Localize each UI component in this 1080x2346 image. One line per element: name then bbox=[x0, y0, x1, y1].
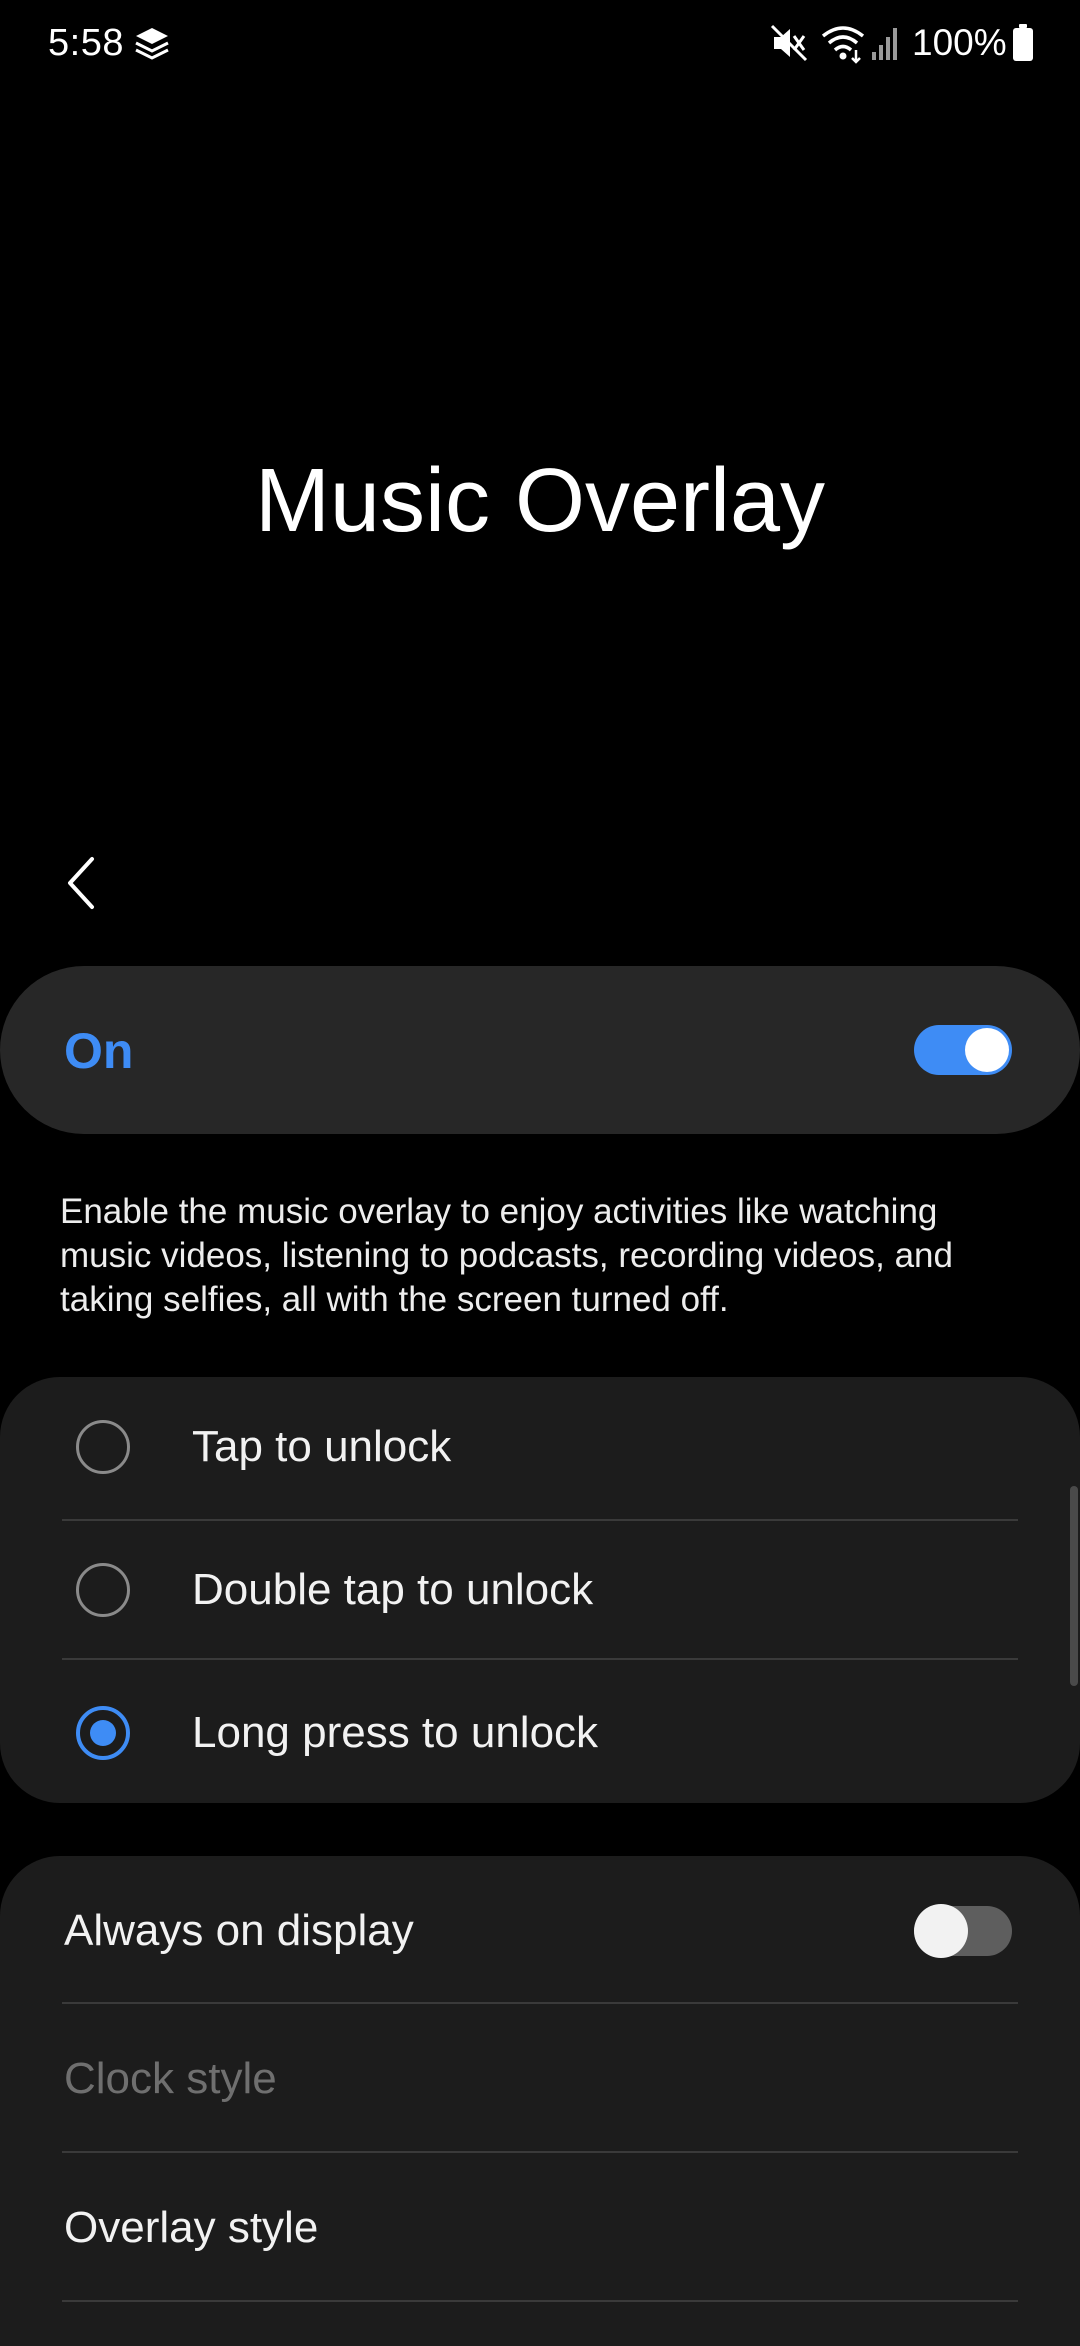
radio-button[interactable] bbox=[76, 1420, 130, 1474]
always-on-display-label: Always on display bbox=[64, 1906, 414, 1955]
overlay-style-label: Overlay style bbox=[64, 2203, 319, 2252]
master-switch-label: On bbox=[64, 1023, 134, 1079]
master-switch-row[interactable]: On bbox=[0, 966, 1080, 1134]
unlock-option-label: Tap to unlock bbox=[192, 1422, 452, 1471]
status-bar: 5:58 100% bbox=[0, 0, 1080, 90]
radio-button-selected[interactable] bbox=[76, 1706, 130, 1760]
description-text: Enable the music overlay to enjoy activi… bbox=[60, 1192, 953, 1319]
unlock-options-card: Tap to unlock Double tap to unlock Long … bbox=[0, 1377, 1080, 1803]
radio-button[interactable] bbox=[76, 1563, 130, 1617]
divider bbox=[62, 2300, 1018, 2302]
status-time: 5:58 bbox=[48, 22, 124, 64]
display-settings-card: Always on display Clock style Overlay st… bbox=[0, 1856, 1080, 2346]
unlock-option-long-press[interactable]: Long press to unlock bbox=[0, 1660, 1080, 1803]
back-button[interactable] bbox=[58, 855, 108, 911]
overlay-style-row[interactable]: Overlay style bbox=[0, 2153, 1080, 2301]
clock-style-row[interactable]: Clock style bbox=[0, 2004, 1080, 2152]
scrollbar[interactable] bbox=[1070, 1486, 1078, 1686]
chevron-left-icon bbox=[68, 857, 94, 909]
toggle-knob bbox=[965, 1028, 1009, 1072]
toggle-knob bbox=[914, 1904, 968, 1958]
mute-icon bbox=[770, 24, 808, 62]
page-title: Music Overlay bbox=[254, 451, 826, 551]
wifi-icon bbox=[821, 26, 865, 64]
master-switch-toggle[interactable] bbox=[914, 1025, 1012, 1075]
unlock-option-label: Double tap to unlock bbox=[192, 1565, 594, 1614]
layers-icon bbox=[135, 28, 169, 60]
signal-icon bbox=[872, 28, 897, 60]
unlock-option-label: Long press to unlock bbox=[192, 1708, 599, 1757]
unlock-option-double-tap[interactable]: Double tap to unlock bbox=[0, 1521, 1080, 1660]
unlock-option-tap[interactable]: Tap to unlock bbox=[0, 1377, 1080, 1517]
clock-style-label: Clock style bbox=[64, 2054, 277, 2103]
battery-icon bbox=[1013, 24, 1033, 61]
battery-percent: 100% bbox=[912, 22, 1007, 63]
always-on-display-toggle[interactable] bbox=[914, 1904, 1012, 1958]
always-on-display-row[interactable]: Always on display bbox=[0, 1856, 1080, 2004]
